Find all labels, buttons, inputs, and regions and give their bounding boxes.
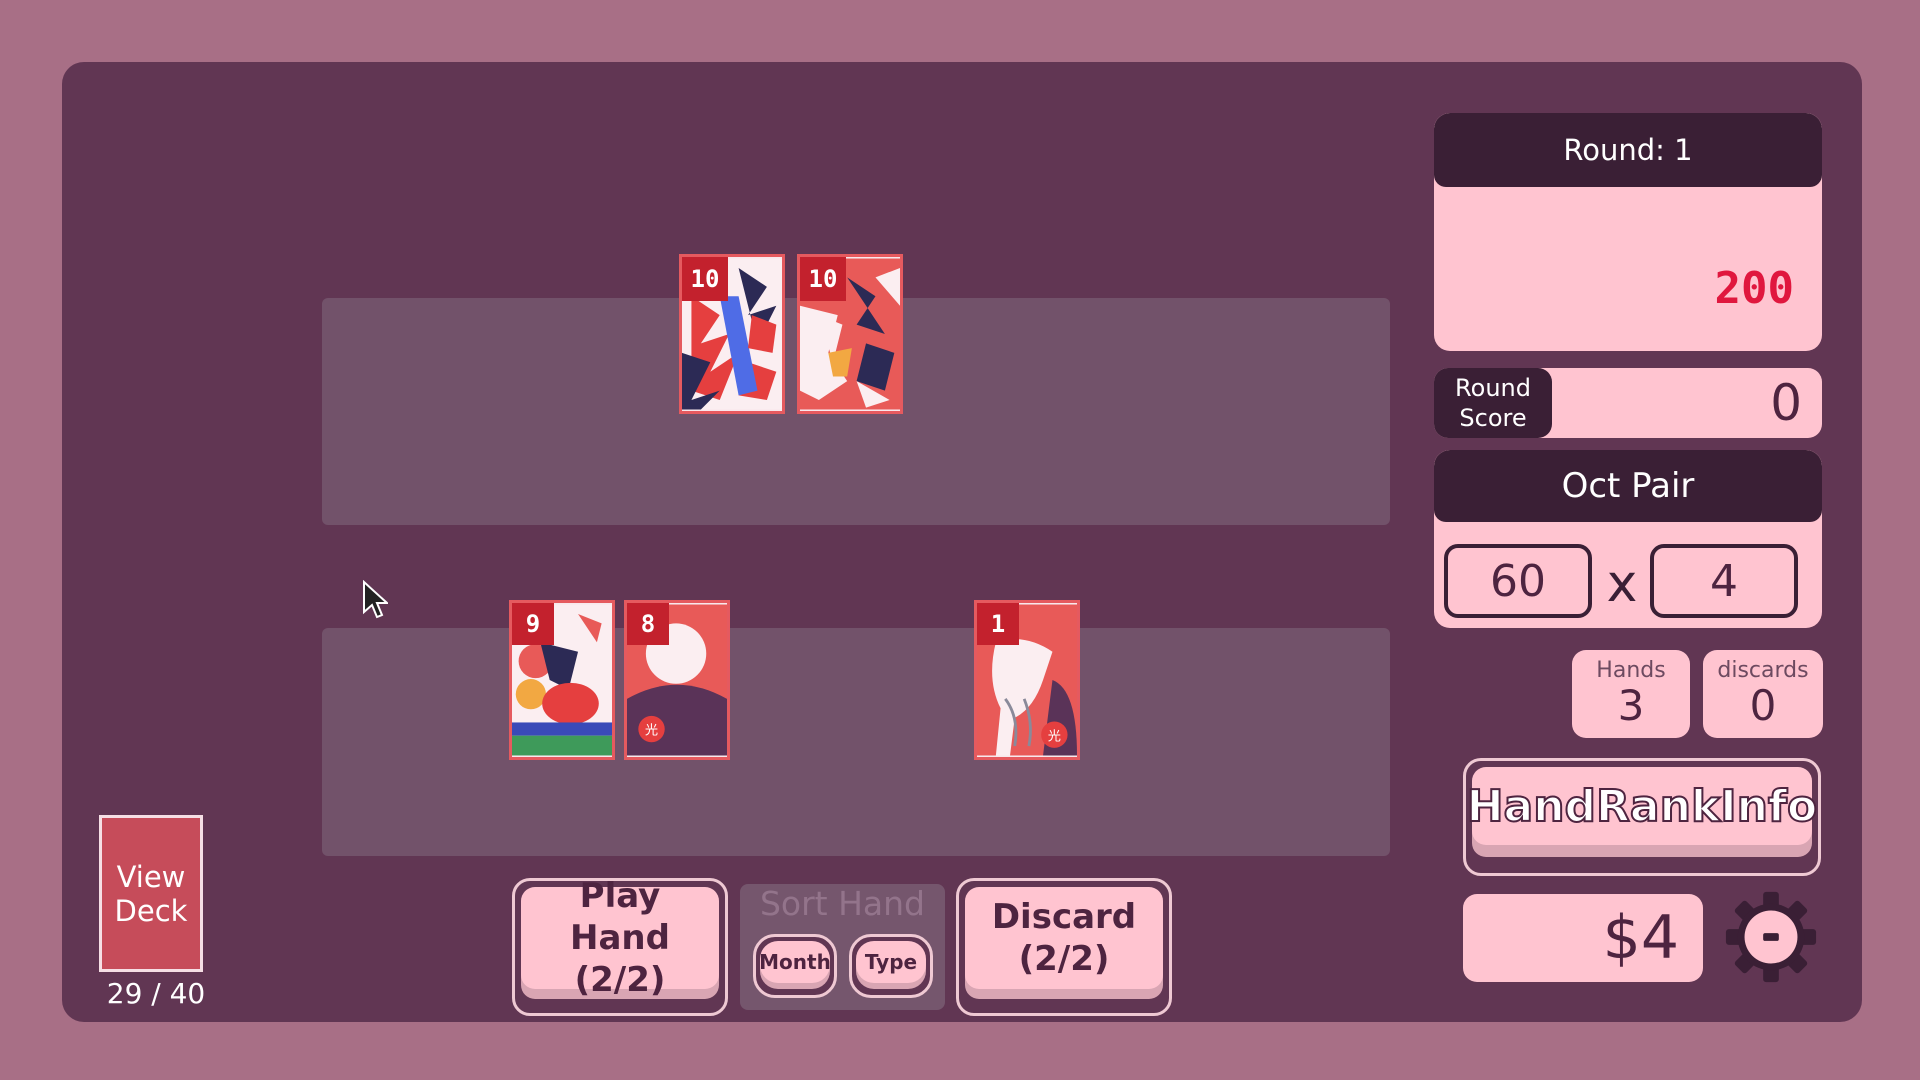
mult-value: 4: [1650, 544, 1798, 618]
discards-value: 0: [1749, 681, 1777, 730]
svg-text:光: 光: [645, 723, 658, 739]
money-display: $4: [1463, 894, 1703, 982]
card-number: 8: [627, 603, 669, 645]
played-card[interactable]: 10: [679, 254, 785, 414]
play-hand-button[interactable]: Play Hand (2/2): [512, 876, 728, 1016]
sort-hand-title: Sort Hand: [759, 884, 926, 923]
hand-card[interactable]: 9: [509, 600, 615, 760]
hand-card[interactable]: 8 光: [624, 600, 730, 760]
sort-month-button[interactable]: Month: [753, 934, 837, 998]
multiply-sign: x: [1606, 554, 1638, 614]
hands-remaining: Hands 3: [1572, 650, 1690, 738]
hands-value: 3: [1617, 681, 1645, 730]
played-card[interactable]: 10: [797, 254, 903, 414]
discard-label: Discard (2/2): [991, 897, 1137, 979]
round-score-label: Round Score: [1455, 374, 1531, 432]
round-label: Round: 1: [1434, 113, 1822, 187]
mouse-pointer-icon: [363, 580, 388, 619]
card-number: 9: [512, 603, 554, 645]
play-hand-label: Play Hand (2/2): [570, 876, 670, 1000]
hand-card[interactable]: 1 光: [974, 600, 1080, 760]
card-number: 10: [682, 257, 728, 301]
hand-rank-panel: Oct Pair 60 x 4: [1434, 450, 1822, 628]
hand-rank-info-button[interactable]: HandRankInfo: [1463, 758, 1821, 876]
card-number: 10: [800, 257, 846, 301]
view-deck-button[interactable]: View Deck: [99, 815, 203, 972]
sort-month-label: Month: [759, 950, 831, 974]
gear-icon[interactable]: [1722, 888, 1820, 986]
discard-button[interactable]: Discard (2/2): [956, 878, 1172, 1016]
round-score-value: 0: [1770, 374, 1802, 432]
card-number: 1: [977, 603, 1019, 645]
hand-cards-zone: [322, 628, 1390, 856]
round-score-panel: Round Score 0: [1434, 368, 1822, 438]
chips-value: 60: [1444, 544, 1592, 618]
svg-text:光: 光: [1048, 728, 1061, 744]
hands-label: Hands: [1596, 658, 1666, 683]
view-deck-label: View Deck: [114, 859, 188, 928]
hand-rank-name: Oct Pair: [1434, 450, 1822, 522]
hand-rank-info-label: HandRankInfo: [1466, 780, 1819, 833]
sort-type-button[interactable]: Type: [849, 934, 933, 998]
deck-count: 29 / 40: [106, 977, 206, 1010]
target-score: 200: [1714, 263, 1794, 314]
discards-label: discards: [1717, 658, 1809, 683]
sort-hand-panel: Sort Hand Month Type: [740, 884, 945, 1010]
sort-type-label: Type: [864, 950, 918, 974]
discards-remaining: discards 0: [1703, 650, 1823, 738]
round-panel: Round: 1 200: [1434, 113, 1822, 351]
